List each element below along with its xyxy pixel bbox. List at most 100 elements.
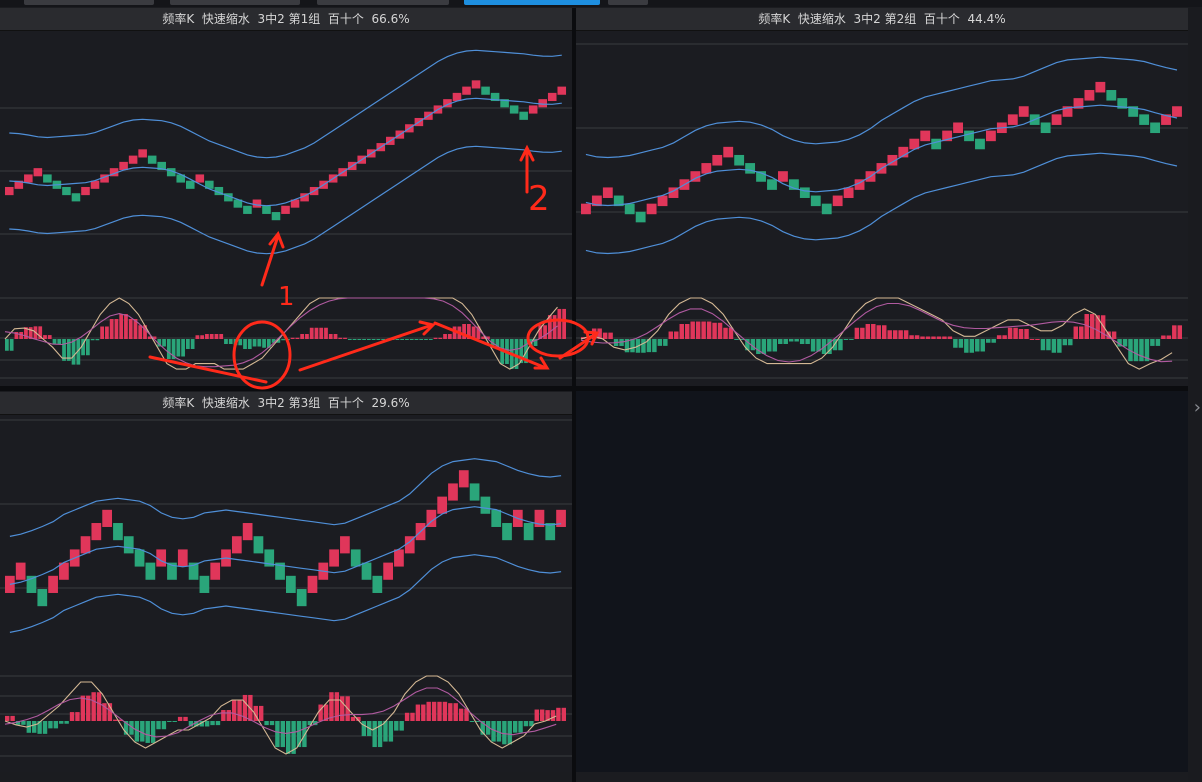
- macd-bar: [433, 337, 438, 339]
- macd-bar: [865, 324, 871, 339]
- candle: [1040, 122, 1051, 134]
- macd-bar: [269, 721, 275, 726]
- macd-bar: [275, 721, 280, 748]
- candle: [821, 203, 832, 215]
- candle: [24, 174, 33, 183]
- macd-bar: [701, 321, 706, 339]
- macd-bar: [226, 710, 231, 721]
- macd-bar: [219, 334, 224, 339]
- vertical-divider[interactable]: [572, 8, 576, 782]
- macd-bar: [361, 721, 367, 737]
- chevron-right-icon[interactable]: ›: [1194, 398, 1201, 418]
- macd-bar: [376, 339, 381, 340]
- candle: [1172, 106, 1182, 117]
- macd-bar: [328, 334, 333, 339]
- macd-bar: [849, 339, 854, 340]
- macd-bar: [410, 712, 415, 721]
- macd-bar: [1068, 339, 1073, 346]
- candle: [491, 509, 502, 527]
- candle: [437, 496, 448, 514]
- macd-bar: [21, 721, 26, 725]
- macd-bar: [362, 339, 366, 340]
- candle: [799, 187, 810, 198]
- macd-bar: [509, 339, 514, 369]
- macd-bar: [457, 326, 462, 339]
- macd-bar: [347, 339, 352, 340]
- macd-bar: [1095, 315, 1100, 339]
- tab-2[interactable]: [170, 0, 300, 5]
- macd-bar: [48, 721, 53, 729]
- candle: [394, 549, 404, 567]
- macd-bar: [453, 703, 458, 721]
- macd-bar: [980, 339, 985, 352]
- macd-bar: [1100, 315, 1106, 339]
- candle: [340, 536, 350, 554]
- candle: [33, 168, 43, 177]
- chart-panel-2[interactable]: 频率K 快速缩水 3中2 第2组 百十个 44.4%: [576, 8, 1188, 386]
- candle: [307, 575, 318, 593]
- candle: [1150, 122, 1161, 134]
- bollinger-middle-line: [9, 97, 562, 207]
- tab-4-active[interactable]: [464, 0, 600, 5]
- candle: [581, 203, 591, 215]
- macd-bar: [415, 704, 421, 721]
- macd-bar: [876, 325, 881, 339]
- macd-bar: [185, 339, 190, 349]
- chart-panel-1[interactable]: 频率K 快速缩水 3中2 第1组 百十个 66.6%: [0, 8, 572, 386]
- macd-bar: [5, 715, 10, 721]
- tab-5[interactable]: [608, 0, 648, 5]
- candle: [469, 483, 480, 501]
- candle: [1084, 90, 1095, 101]
- macd-bar: [887, 330, 892, 339]
- macd-bar: [52, 339, 57, 344]
- candle: [843, 187, 854, 198]
- macd-bar: [507, 721, 512, 745]
- macd-bar: [96, 692, 102, 721]
- macd-bar: [386, 339, 390, 340]
- macd-bar: [920, 336, 925, 339]
- macd-bar: [205, 334, 209, 339]
- candle: [1106, 90, 1117, 101]
- macd-bar: [898, 330, 903, 339]
- candle: [113, 523, 123, 541]
- macd-bar: [630, 339, 635, 353]
- macd-bar: [42, 721, 48, 734]
- macd-bar: [991, 339, 996, 343]
- macd-bar: [172, 721, 177, 722]
- macd-bar: [1155, 339, 1161, 346]
- macd-bar: [85, 339, 90, 356]
- macd-bar: [114, 319, 119, 339]
- macd-bar: [183, 716, 188, 721]
- empty-panel: [576, 390, 1188, 772]
- macd-bar: [547, 315, 552, 339]
- candle: [931, 138, 942, 150]
- horizontal-divider[interactable]: [0, 386, 1188, 391]
- macd-bar: [10, 715, 15, 721]
- candle: [920, 130, 931, 142]
- macd-bar: [426, 701, 431, 721]
- bollinger-upper-line: [9, 49, 562, 159]
- macd-bar: [854, 327, 860, 339]
- macd-bar: [1089, 314, 1095, 339]
- macd-bar: [350, 716, 356, 721]
- candle: [635, 211, 646, 223]
- macd-bar: [512, 721, 518, 733]
- candle: [243, 205, 252, 214]
- macd-bar: [1122, 339, 1128, 347]
- macd-bar: [43, 335, 47, 339]
- tab-3[interactable]: [317, 0, 449, 5]
- macd-bar: [1177, 325, 1182, 339]
- tab-1[interactable]: [24, 0, 154, 5]
- candle: [745, 163, 756, 174]
- macd-bar: [119, 314, 124, 339]
- macd-bar: [167, 721, 172, 722]
- macd-bar: [224, 339, 228, 344]
- macd-bar: [608, 332, 613, 339]
- candle: [975, 138, 985, 150]
- macd-bar: [502, 721, 507, 745]
- macd-bar: [799, 339, 805, 344]
- macd-bar: [231, 700, 237, 721]
- chart-panel-3[interactable]: 频率K 快速缩水 3中2 第3组 百十个 29.6%: [0, 392, 572, 772]
- macd-bar: [296, 721, 302, 748]
- macd-bar: [964, 339, 969, 353]
